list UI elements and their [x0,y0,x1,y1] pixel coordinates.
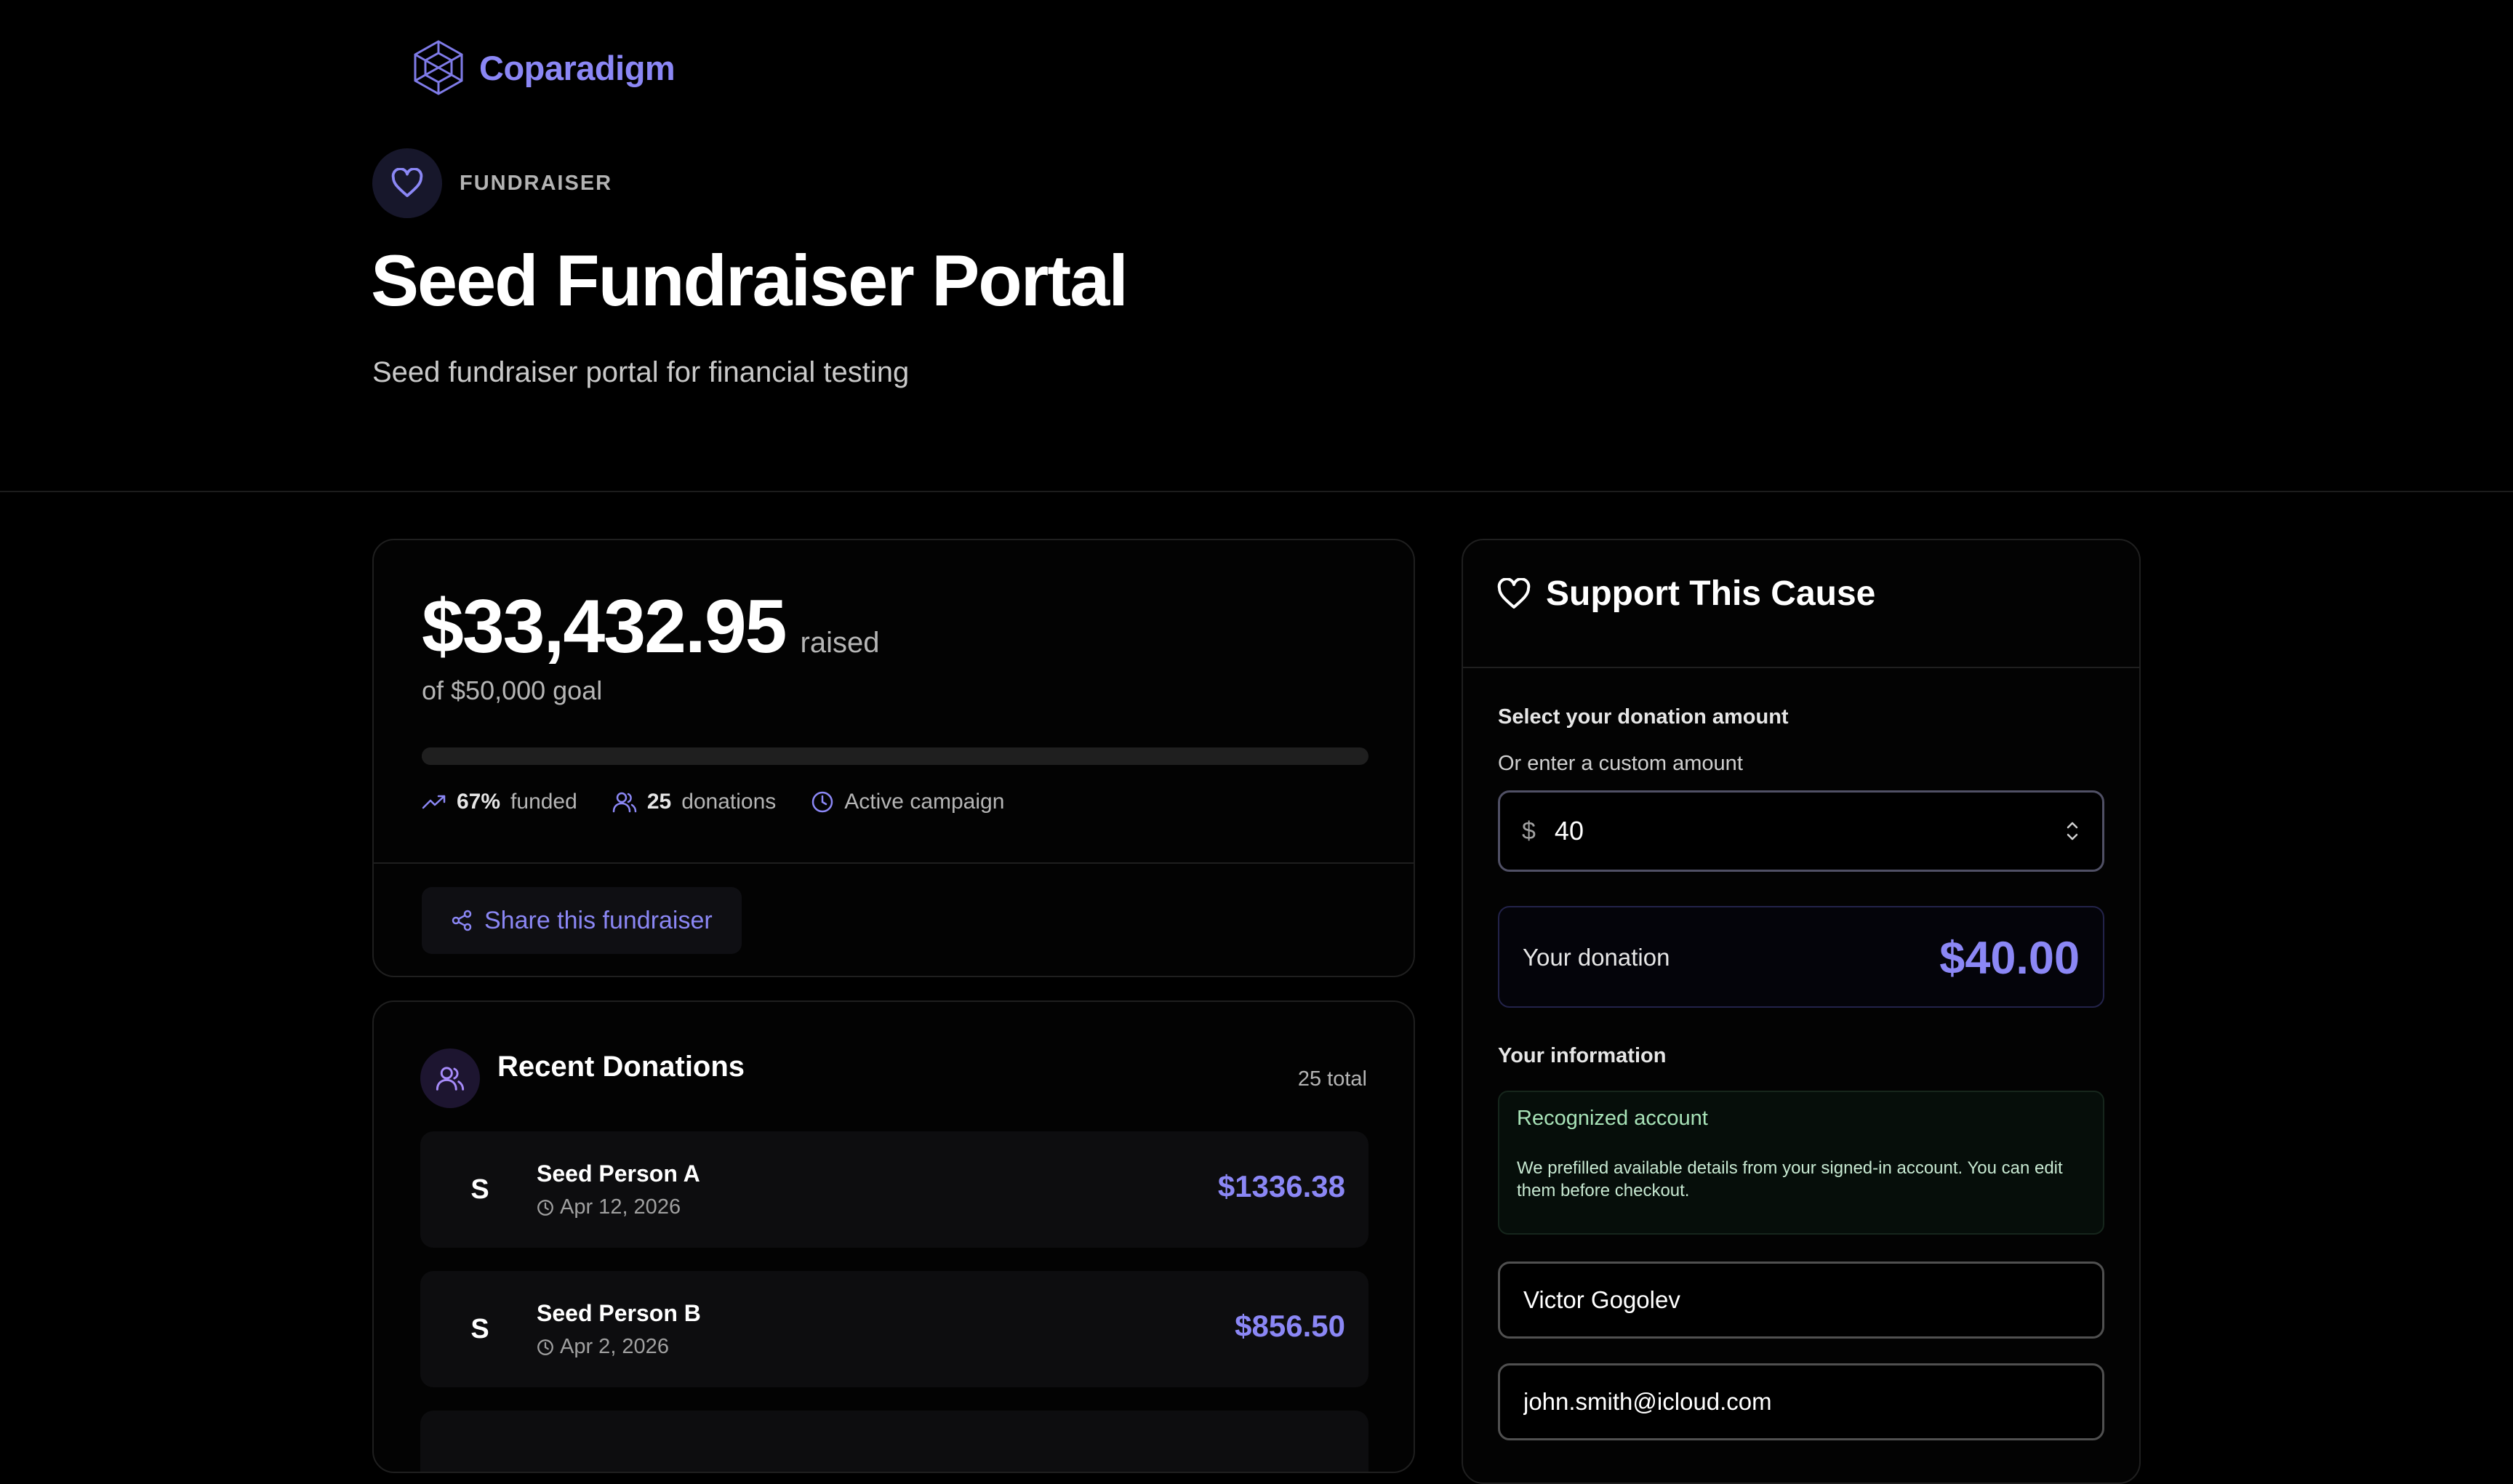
donations-count: 25 [646,790,672,814]
raised-label: raised [800,627,880,659]
donation-summary-label: Your donation [1523,944,1670,971]
page-title: Seed Fundraiser Portal [371,240,1129,321]
custom-amount-input[interactable] [1552,815,2064,847]
page: Coparadigm FUNDRAISER Seed Fundraiser Po… [0,0,2513,1484]
donor-name: Seed Person B [537,1300,701,1326]
header-divider [0,491,2513,492]
users-icon [612,792,637,813]
recognized-account-title: Recognized account [1517,1107,1708,1130]
support-card: Support This Cause Select your donation … [1462,539,2141,1484]
recent-donations-card: Recent Donations 25 total S Seed Person … [372,1000,1415,1473]
stat-funded: 67% funded [422,790,577,814]
goal-text: of $50,000 goal [422,675,603,705]
brand-logo-link[interactable]: Coparadigm [411,39,676,97]
progress-bar [422,747,1368,765]
name-field[interactable] [1498,1262,2104,1339]
amount-section-label: Select your donation amount [1498,705,1789,729]
support-header: Support This Cause [1496,574,1875,614]
donation-date: Apr 12, 2026 [537,1195,681,1219]
donation-amount: $1336.38 [1217,1169,1345,1203]
custom-amount-field[interactable]: $ [1498,790,2104,872]
cube-logo-icon [414,40,463,95]
donation-date: Apr 2, 2026 [537,1335,669,1359]
funded-percent: 67% [457,790,501,814]
donation-amount: $856.50 [1235,1309,1345,1343]
donor-avatar: S [470,1313,489,1344]
page-subtitle: Seed fundraiser portal for financial tes… [372,356,910,388]
donor-avatar: S [470,1174,489,1205]
donation-summary-value: $40.00 [1939,933,2080,984]
donations-total: 25 total [1297,1067,1367,1091]
donor-name: Seed Person A [537,1160,700,1187]
stats-row: 67% funded 25 donations Active campaign [422,790,1004,814]
raised-row: $33,432.95 raised [422,584,879,670]
heart-icon [1497,577,1531,609]
support-divider [1463,667,2139,668]
chevrons-up-down-icon [2067,822,2078,841]
funded-label: funded [510,790,577,814]
donation-summary: Your donation $40.00 [1498,906,2104,1008]
info-section-label: Your information [1498,1044,1667,1067]
tag-label: FUNDRAISER [460,171,613,195]
stat-status: Active campaign [811,790,1004,814]
clock-icon [812,791,833,813]
donation-item: S Seed Person B Apr 2, 2026 $856.50 [420,1271,1368,1387]
email-field[interactable] [1498,1363,2104,1440]
share-label: Share this fundraiser [484,906,713,934]
heart-badge [372,148,442,218]
stat-donations: 25 donations [612,790,776,814]
donation-item: S Seed Person A Apr 12, 2026 $1336.38 [420,1131,1368,1248]
amount-stepper[interactable] [2064,818,2080,844]
fundraiser-tag: FUNDRAISER [372,148,612,218]
donations-badge [420,1048,480,1108]
brand-name: Coparadigm [479,48,676,87]
share-button[interactable]: Share this fundraiser [422,887,742,954]
donation-date-text: Apr 12, 2026 [560,1195,681,1219]
recent-donations-title: Recent Donations [497,1051,745,1083]
custom-amount-label: Or enter a custom amount [1498,752,1743,775]
progress-card: $33,432.95 raised of $50,000 goal 67% fu… [372,539,1415,977]
campaign-status: Active campaign [844,790,1005,814]
progress-bar-fill [422,747,1057,765]
donation-date-text: Apr 2, 2026 [560,1335,669,1358]
recognized-account-notice: Recognized account We prefilled availabl… [1498,1091,2104,1235]
raised-amount: $33,432.95 [422,585,787,669]
support-title: Support This Cause [1546,574,1876,613]
currency-symbol: $ [1522,817,1536,845]
trending-up-icon [422,795,446,809]
share-icon [452,910,472,931]
heart-icon [391,168,423,198]
clock-icon [537,1199,553,1216]
card-divider [374,862,1414,864]
recognized-account-desc: We prefilled available details from your… [1517,1158,2063,1201]
donation-item [420,1411,1368,1472]
donations-label: donations [681,790,777,814]
users-icon [436,1067,465,1091]
clock-icon [537,1339,553,1355]
